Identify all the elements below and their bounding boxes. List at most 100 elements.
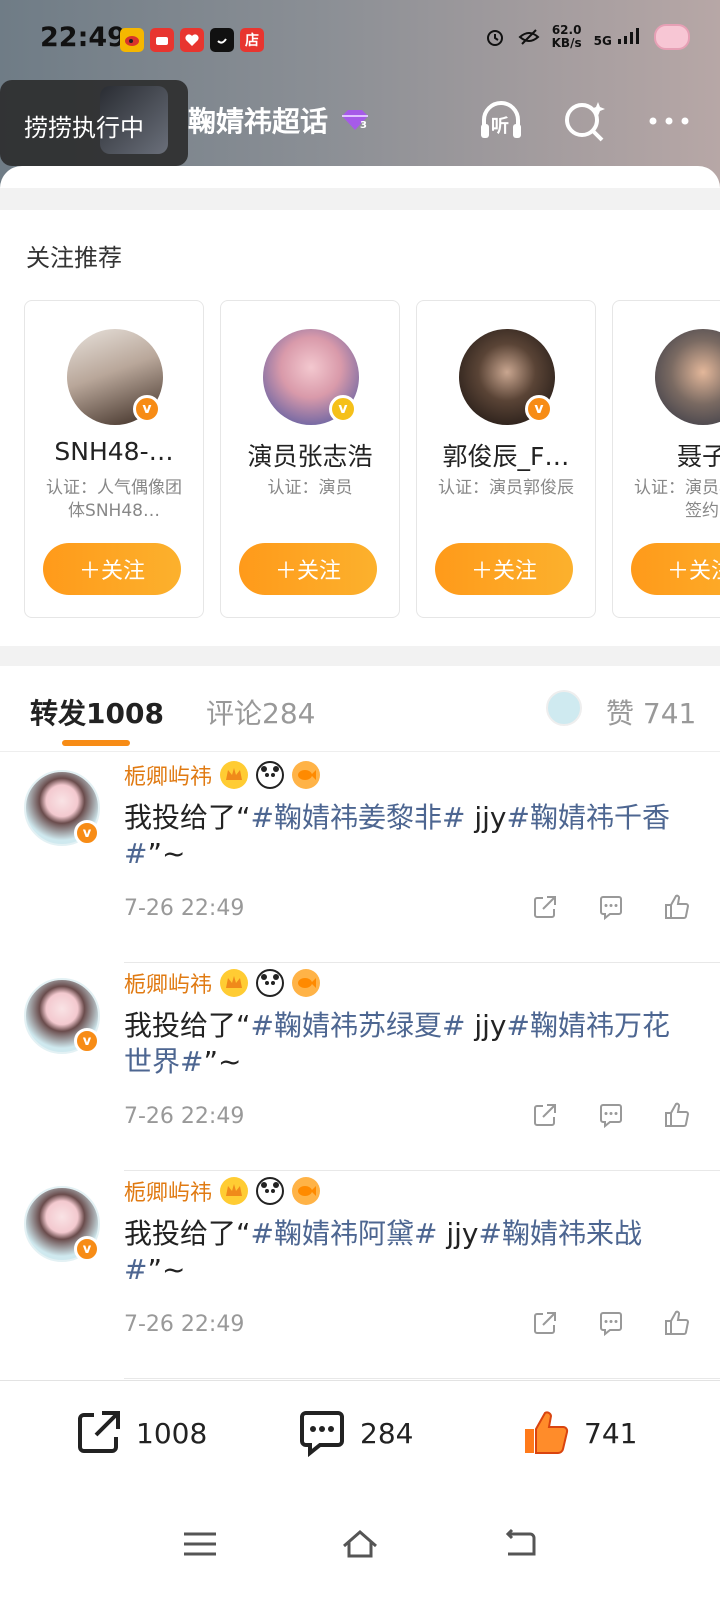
comment-icon[interactable] xyxy=(596,892,626,922)
avatar xyxy=(655,329,720,425)
signal-indicator: 5G xyxy=(594,27,642,48)
page-title: 鞠婧祎超话 3 xyxy=(188,100,372,140)
share-icon[interactable] xyxy=(530,1100,560,1130)
share-icon[interactable] xyxy=(530,1308,560,1338)
follow-recommendations: 关注推荐 v SNH48-… 认证：人气偶像团体SNH48… ＋关注 v 演员张… xyxy=(0,210,720,646)
home-icon[interactable] xyxy=(340,1524,380,1564)
list-item[interactable]: v 栀卿屿祎 我投给了“#鞠婧祎阿黛# jjy#鞠婧祎来战#”~ 7-26 22… xyxy=(0,1168,720,1380)
tab-comment[interactable]: 评论284 xyxy=(206,692,315,732)
more-icon[interactable] xyxy=(644,96,694,146)
bottom-action-bar: 1008 284 741 xyxy=(0,1380,720,1492)
repost-avatar[interactable]: v xyxy=(24,1186,100,1262)
repost-text: 我投给了“#鞠婧祎苏绿夏# jjy#鞠婧祎万花世界#”~ xyxy=(124,1009,670,1078)
listen-icon[interactable]: 听 xyxy=(476,96,526,146)
like-icon[interactable] xyxy=(662,1100,692,1130)
verified-icon: v xyxy=(74,1028,100,1054)
system-nav-bar xyxy=(0,1492,720,1608)
store-icon: 店 xyxy=(240,28,264,52)
recommend-name: 聂子 xyxy=(676,442,720,471)
repost-time: 7-26 22:49 xyxy=(124,896,245,921)
recommend-card[interactable]: 聂子 认证：演员年娱乐签约 ＋关注 xyxy=(612,300,720,618)
recommend-avatar: v xyxy=(67,329,163,425)
task-pill[interactable]: 捞捞执行中 xyxy=(0,80,188,166)
weibo-icon xyxy=(120,28,144,52)
header-area: 22:49 店 62.0 KB/s 5G 捞捞执行中 鞠婧祎超话 3 听 xyxy=(0,0,720,190)
comment-button[interactable]: 284 xyxy=(296,1407,413,1459)
verified-icon: v xyxy=(74,1236,100,1262)
crown-level-icon xyxy=(220,969,249,997)
task-label: 捞捞执行中 xyxy=(24,114,144,142)
page-title-text: 鞠婧祎超话 xyxy=(188,105,329,138)
battery-icon xyxy=(654,24,690,50)
header-actions: 听 xyxy=(476,96,694,146)
panda-icon xyxy=(256,969,285,997)
back-icon[interactable] xyxy=(500,1524,540,1564)
listen-label: 听 xyxy=(491,116,509,137)
follow-button[interactable]: ＋关注 xyxy=(631,543,720,595)
svg-text:3: 3 xyxy=(360,120,367,131)
mall-icon xyxy=(150,28,174,52)
recommend-auth: 认证：人气偶像团体SNH48… xyxy=(46,478,182,521)
crown-level-icon xyxy=(220,1177,249,1205)
share-icon[interactable] xyxy=(530,892,560,922)
repost-time: 7-26 22:49 xyxy=(124,1312,245,1337)
repost-avatar[interactable]: v xyxy=(24,770,100,846)
recommend-auth: 认证：演员郭俊辰 xyxy=(438,478,574,498)
section-gap xyxy=(0,188,720,210)
repost-username[interactable]: 栀卿屿祎 xyxy=(124,968,321,998)
panda-icon xyxy=(256,1177,285,1205)
tab-likes[interactable]: 赞 741 xyxy=(606,692,696,732)
comment-count: 284 xyxy=(360,1416,414,1450)
topic-link[interactable]: #鞠婧祎苏绿夏# xyxy=(251,1009,466,1042)
list-item[interactable]: v 栀卿屿祎 我投给了“#鞠婧祎苏绿夏# jjy#鞠婧祎万花世界#”~ 7-26… xyxy=(0,960,720,1172)
comment-icon[interactable] xyxy=(596,1100,626,1130)
repost-username[interactable]: 栀卿屿祎 xyxy=(124,760,321,790)
search-sparkle-icon[interactable] xyxy=(560,96,610,146)
recommend-avatar: v xyxy=(459,329,555,425)
repost-actions xyxy=(530,892,692,922)
like-icon[interactable] xyxy=(662,892,692,922)
comment-icon[interactable] xyxy=(596,1308,626,1338)
recommend-name: 郭俊辰_F… xyxy=(442,442,570,471)
like-button[interactable]: 741 xyxy=(520,1407,637,1459)
topic-link[interactable]: #鞠婧祎姜黎非# xyxy=(251,801,466,834)
verified-icon: v xyxy=(329,395,357,423)
tab-repost[interactable]: 转发1008 xyxy=(30,692,164,732)
follow-button[interactable]: ＋关注 xyxy=(239,543,377,595)
like-icon[interactable] xyxy=(662,1308,692,1338)
recommend-avatar xyxy=(655,329,720,425)
fish-icon xyxy=(292,761,321,789)
heart-app-icon xyxy=(180,28,204,52)
status-time: 22:49 xyxy=(40,22,126,53)
status-right: 62.0 KB/s 5G xyxy=(484,24,690,50)
verified-icon: v xyxy=(74,820,100,846)
recommend-cards: v SNH48-… 认证：人气偶像团体SNH48… ＋关注 v 演员张志浩 认证… xyxy=(24,300,720,618)
recommend-card[interactable]: v 郭俊辰_F… 认证：演员郭俊辰 ＋关注 xyxy=(416,300,596,618)
eye-off-icon xyxy=(518,29,540,45)
recommend-card[interactable]: v SNH48-… 认证：人气偶像团体SNH48… ＋关注 xyxy=(24,300,204,618)
username-text: 栀卿屿祎 xyxy=(124,973,213,998)
repost-count: 1008 xyxy=(136,1416,208,1450)
emoji-app-icon xyxy=(210,28,234,52)
recommend-card[interactable]: v 演员张志浩 认证：演员 ＋关注 xyxy=(220,300,400,618)
follow-button[interactable]: ＋关注 xyxy=(435,543,573,595)
like-count: 741 xyxy=(584,1416,638,1450)
list-item[interactable]: v 栀卿屿祎 我投给了“#鞠婧祎姜黎非# jjy#鞠婧祎千香#”~ 7-26 2… xyxy=(0,752,720,964)
topic-link[interactable]: #鞠婧祎阿黛# xyxy=(251,1217,438,1250)
net-speed: 62.0 KB/s xyxy=(551,23,582,50)
menu-icon[interactable] xyxy=(180,1524,220,1564)
recommend-avatar: v xyxy=(263,329,359,425)
recommend-auth: 认证：演员年娱乐签约 xyxy=(634,478,720,521)
follow-button[interactable]: ＋关注 xyxy=(43,543,181,595)
repost-button[interactable]: 1008 xyxy=(72,1407,207,1459)
thumbs-up-filled-icon xyxy=(525,1411,569,1454)
panda-icon xyxy=(256,761,285,789)
content-sheet-top xyxy=(0,166,720,188)
recommend-name: SNH48-… xyxy=(54,437,174,466)
username-text: 栀卿屿祎 xyxy=(124,1181,213,1206)
active-tab-indicator xyxy=(62,740,130,746)
repost-username[interactable]: 栀卿屿祎 xyxy=(124,1176,321,1206)
repost-avatar[interactable]: v xyxy=(24,978,100,1054)
recommend-title: 关注推荐 xyxy=(26,244,122,272)
comment-icon xyxy=(300,1411,344,1458)
